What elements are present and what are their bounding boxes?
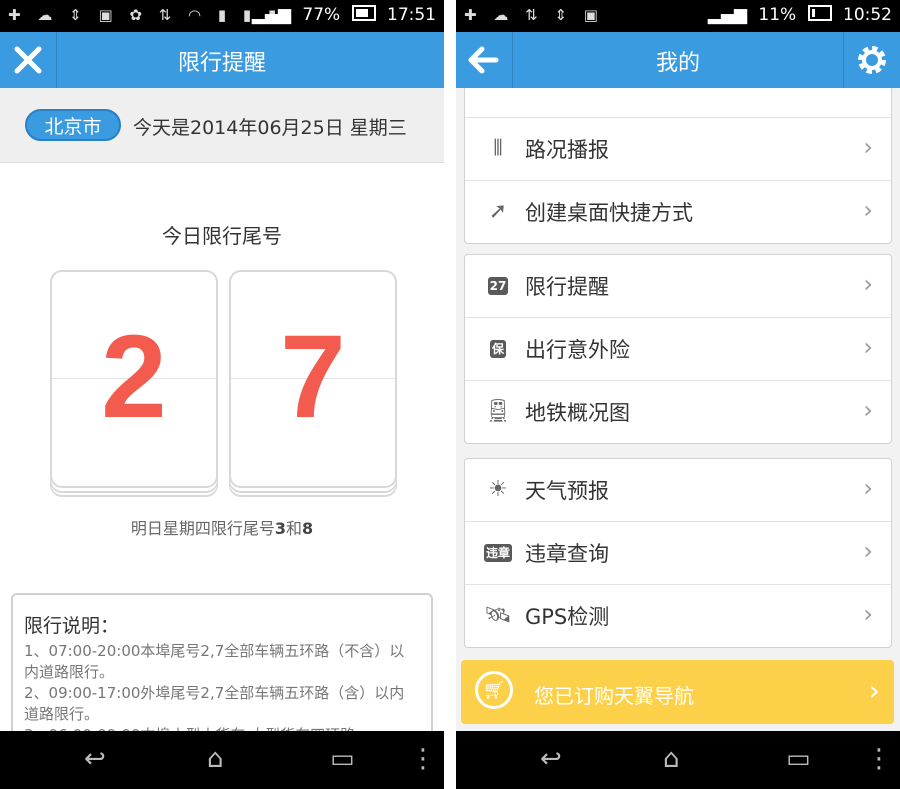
home-nav-icon[interactable]: ⌂ — [207, 745, 224, 773]
nav-bar: ↩ ⌂ ▭ ⋮ — [456, 731, 900, 789]
menu-item-label: 出行意外险 — [525, 338, 630, 362]
title-bar: 限行提醒 — [0, 32, 444, 88]
page-title: 限行提醒 — [177, 51, 266, 76]
battery-icon — [807, 5, 832, 21]
menu-item-label: 路况播报 — [525, 138, 609, 162]
cart-icon: 🛒︎ — [475, 671, 513, 709]
restriction-explanation[interactable]: 限行说明： 1、07:00-20:00本埠尾号2,7全部车辆五环路（不含）以内道… — [11, 593, 433, 753]
city-date-bar: 北京市 今天是2014年06月25日 星期三 — [0, 88, 444, 163]
subscription-banner[interactable]: 🛒︎ 您已订购天翼导航 › — [461, 660, 894, 724]
broadcast-icon: ⦀ — [493, 136, 503, 161]
today-label: 今日限行尾号 — [162, 224, 282, 248]
shortcut-icon: ➚ — [488, 199, 508, 224]
tomorrow-info: 明日星期四限行尾号3和8 — [0, 515, 444, 539]
recents-nav-icon[interactable]: ▭ — [330, 745, 355, 773]
chevron-right-icon: › — [863, 196, 873, 224]
left-screen: ✚ ☁ ⇕ ▣ ✿ ⇅ ◠ ▮ ▮ ▮ ▂▄▆ 77% 17:51 限行提醒 北… — [0, 0, 444, 789]
tomorrow-digit-b: 8 — [302, 519, 314, 538]
explanation-heading: 限行说明： — [24, 615, 120, 637]
chevron-right-icon: › — [863, 270, 873, 298]
explanation-line: 1、07:00-20:00本埠尾号2,7全部车辆五环路（不含）以内道路限行。 — [24, 642, 405, 681]
today-date: 今天是2014年06月25日 星期三 — [133, 117, 407, 139]
status-right: ▂▄▆ 77% 17:51 — [246, 5, 436, 25]
menu-item-label: 地铁概况图 — [525, 401, 630, 425]
menu-nav-icon[interactable]: ⋮ — [866, 745, 892, 773]
menu-group-1: ⦀ 路况播报 › ➚ 创建桌面快捷方式 › — [464, 88, 892, 244]
tomorrow-digit-a: 3 — [274, 519, 286, 538]
violation-icon: 违章 — [483, 544, 512, 562]
menu-item-label: 违章查询 — [525, 542, 609, 566]
notification-icons: ✚ ☁ ⇕ ▣ ✿ ⇅ ◠ ▮ ▮ ▮ — [8, 6, 283, 24]
digit-card-2: 7 — [229, 270, 397, 488]
chevron-right-icon: › — [863, 600, 873, 628]
menu-list[interactable]: ⦀ 路况播报 › ➚ 创建桌面快捷方式 › 27 限行提醒 › 保 出行意外险 … — [456, 88, 900, 658]
home-nav-icon[interactable]: ⌂ — [663, 745, 680, 773]
menu-group-2: 27 限行提醒 › 保 出行意外险 › 🚆︎ 地铁概况图 › — [464, 254, 892, 444]
status-right: ▂▄▆ 11% 10:52 — [702, 5, 892, 25]
gear-icon — [858, 46, 886, 74]
chevron-right-icon: › — [863, 396, 873, 424]
title-bar: 我的 — [456, 32, 900, 88]
sun-icon: ☀ — [488, 477, 508, 502]
tomorrow-prefix: 明日星期四限行尾号 — [130, 519, 275, 538]
nav-bar: ↩ ⌂ ▭ ⋮ — [0, 731, 444, 789]
chevron-right-icon: › — [863, 537, 873, 565]
digit-card-1: 2 — [50, 270, 218, 488]
city-selector[interactable]: 北京市 — [25, 109, 121, 141]
menu-item-label: 创建桌面快捷方式 — [525, 201, 693, 225]
chevron-right-icon: › — [863, 474, 873, 502]
menu-nav-icon[interactable]: ⋮ — [410, 745, 436, 773]
calendar-27-icon: 27 — [487, 277, 509, 295]
notification-icons: ✚ ☁ ⇅ ⇕ ▣ — [464, 6, 604, 24]
battery-percent: 11% — [758, 5, 797, 25]
right-screen: ✚ ☁ ⇅ ⇕ ▣ ▂▄▆ 11% 10:52 我的 ⦀ 路况播报 › ➚ 创建… — [456, 0, 900, 789]
menu-item-violation[interactable]: 违章 违章查询 › — [465, 522, 891, 585]
battery-percent: 77% — [302, 5, 341, 25]
back-nav-icon[interactable]: ↩ — [84, 745, 106, 773]
menu-item-gps[interactable]: 🛰︎ GPS检测 › — [465, 585, 891, 647]
signal-icon: ▂▄▆ — [251, 5, 291, 25]
status-bar: ✚ ☁ ⇅ ⇕ ▣ ▂▄▆ 11% 10:52 — [456, 0, 900, 32]
battery-icon — [351, 5, 376, 21]
menu-item-weather[interactable]: ☀ 天气预报 › — [465, 459, 891, 522]
chevron-right-icon: › — [863, 133, 873, 161]
back-nav-icon[interactable]: ↩ — [540, 745, 562, 773]
tomorrow-and: 和 — [286, 519, 303, 538]
subway-icon: 🚆︎ — [484, 399, 512, 424]
clock: 10:52 — [843, 5, 892, 25]
menu-item-subway[interactable]: 🚆︎ 地铁概况图 › — [465, 381, 891, 443]
insurance-shield-icon: 保 — [489, 340, 506, 358]
settings-button[interactable] — [843, 32, 900, 88]
chevron-right-icon: › — [863, 333, 873, 361]
page-title: 我的 — [655, 51, 700, 76]
explanation-line: 2、09:00-17:00外埠尾号2,7全部车辆五环路（含）以内道路限行。 — [24, 684, 405, 723]
restricted-digit-1: 2 — [101, 311, 167, 443]
menu-item-shortcut[interactable]: ➚ 创建桌面快捷方式 › — [465, 181, 891, 243]
menu-group-3: ☀ 天气预报 › 违章 违章查询 › 🛰︎ GPS检测 › — [464, 458, 892, 648]
status-bar: ✚ ☁ ⇕ ▣ ✿ ⇅ ◠ ▮ ▮ ▮ ▂▄▆ 77% 17:51 — [0, 0, 444, 32]
menu-item-restriction[interactable]: 27 限行提醒 › — [465, 255, 891, 318]
signal-icon: ▂▄▆ — [707, 5, 747, 25]
restricted-digit-2: 7 — [280, 311, 346, 443]
chevron-right-icon: › — [868, 674, 880, 707]
menu-item-label: GPS检测 — [525, 605, 610, 629]
menu-item-label: 限行提醒 — [525, 275, 609, 299]
banner-text: 您已订购天翼导航 — [534, 684, 694, 708]
menu-item-label: 天气预报 — [525, 479, 609, 503]
menu-item-insurance[interactable]: 保 出行意外险 › — [465, 318, 891, 381]
recents-nav-icon[interactable]: ▭ — [786, 745, 811, 773]
menu-item-hidden[interactable] — [465, 88, 891, 118]
satellite-icon: 🛰︎ — [484, 603, 512, 628]
clock: 17:51 — [387, 5, 436, 25]
menu-item-traffic[interactable]: ⦀ 路况播报 › — [465, 118, 891, 181]
